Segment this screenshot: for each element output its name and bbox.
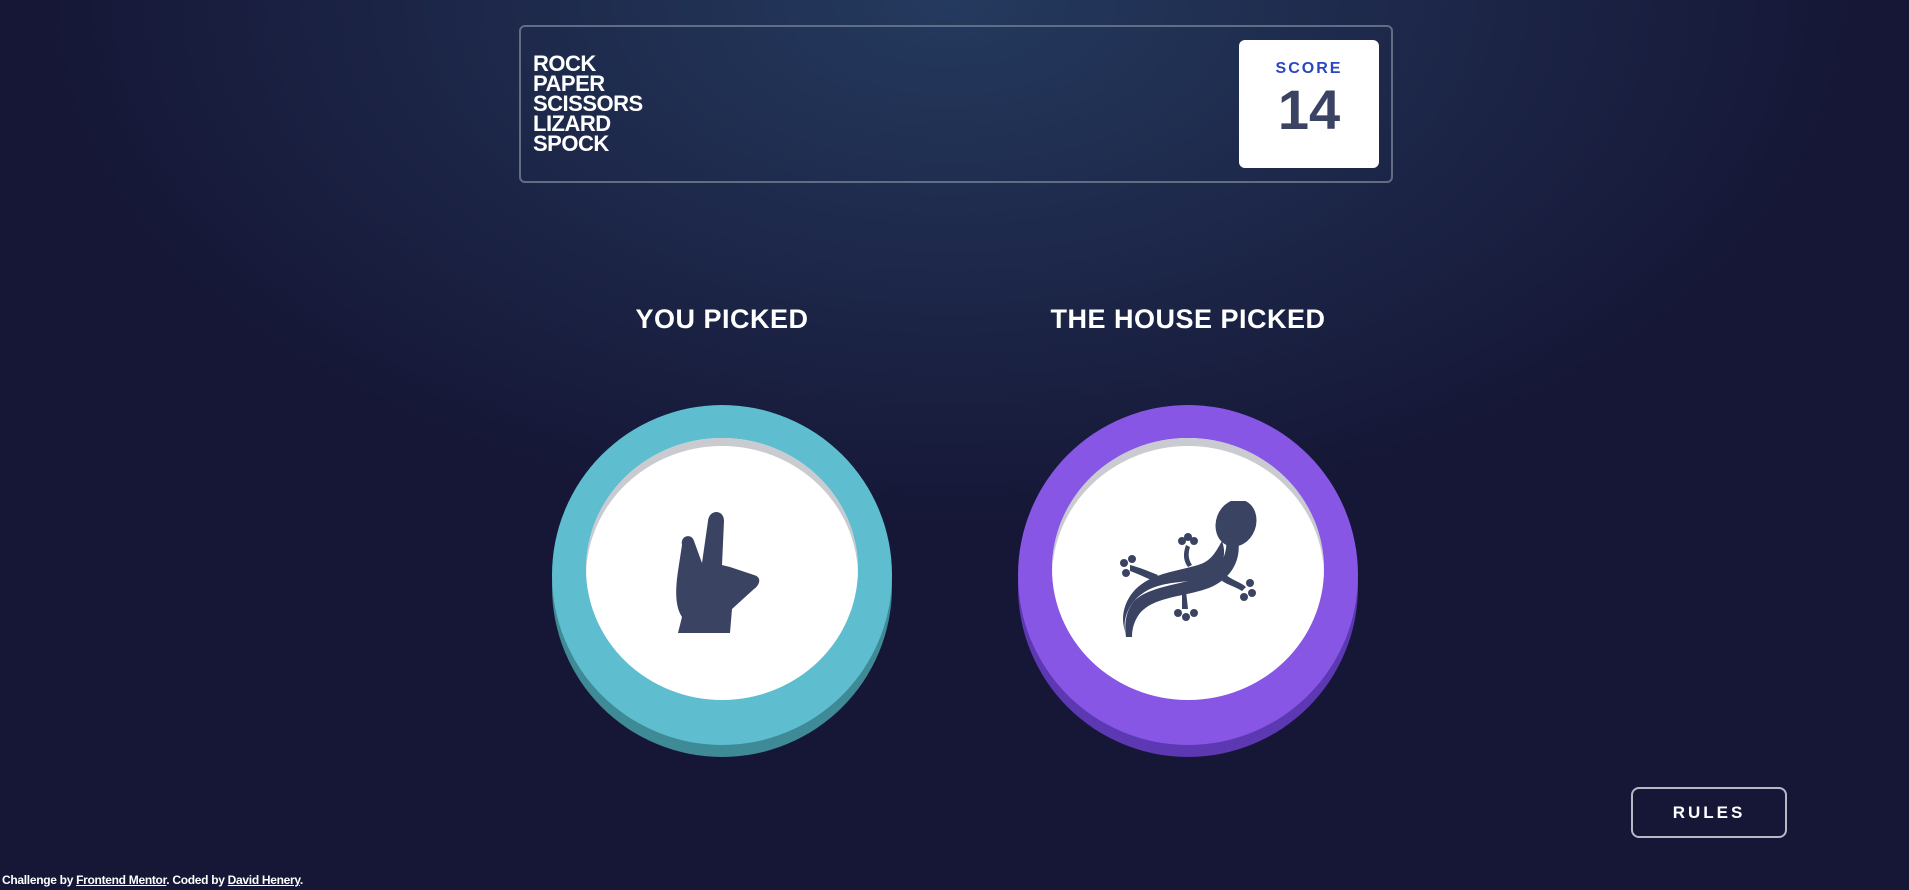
logo-line-spock: SPOCK xyxy=(533,131,609,156)
score-value: 14 xyxy=(1277,78,1341,141)
attribution: Challenge by Frontend Mentor. Coded by D… xyxy=(2,873,303,887)
lizard-icon xyxy=(1120,501,1257,637)
spock-hand-icon xyxy=(676,512,760,633)
spock-token-face xyxy=(586,438,858,700)
lizard-token-face xyxy=(1052,438,1324,700)
frontend-mentor-link[interactable]: Frontend Mentor xyxy=(76,873,166,887)
score-box: SCORE 14 xyxy=(1239,40,1379,168)
attribution-middle: . Coded by xyxy=(166,873,228,887)
attribution-suffix: . xyxy=(299,873,303,887)
house-picked-label: THE HOUSE PICKED xyxy=(1050,304,1326,334)
you-picked-label: YOU PICKED xyxy=(635,304,809,334)
attribution-prefix: Challenge by xyxy=(2,873,77,887)
player-choice-spock-token xyxy=(552,405,892,745)
author-link[interactable]: David Henery xyxy=(228,873,301,887)
game-header: ROCK PAPER SCISSORS LIZARD SPOCK SCORE 1… xyxy=(519,25,1393,183)
score-label: SCORE xyxy=(1275,60,1343,77)
game-logo: ROCK PAPER SCISSORS LIZARD SPOCK xyxy=(533,53,643,156)
rules-button[interactable]: RULES xyxy=(1631,787,1787,838)
house-choice-lizard-token xyxy=(1018,405,1358,745)
